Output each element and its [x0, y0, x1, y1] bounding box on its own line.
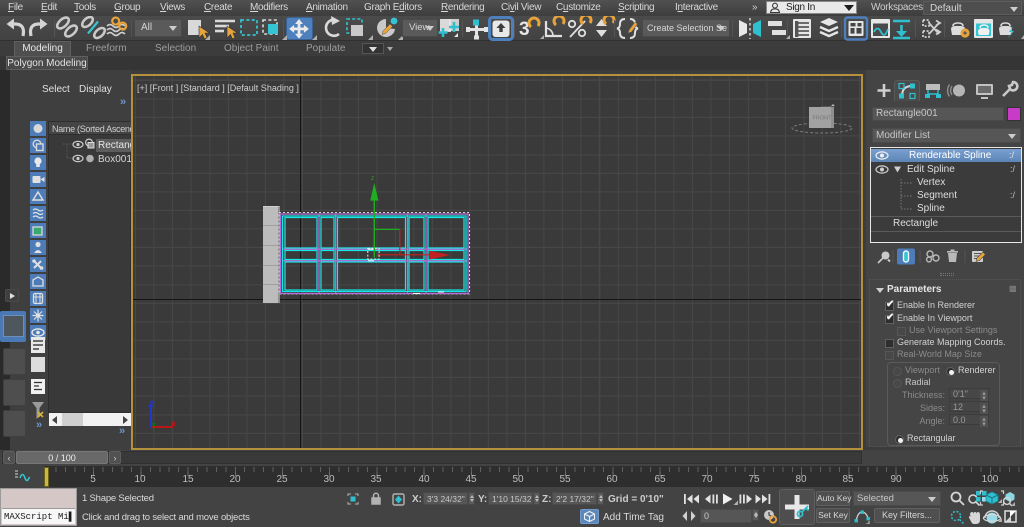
svg-text:FRONT: FRONT — [813, 116, 833, 122]
svg-text:Z: Z — [371, 176, 374, 182]
